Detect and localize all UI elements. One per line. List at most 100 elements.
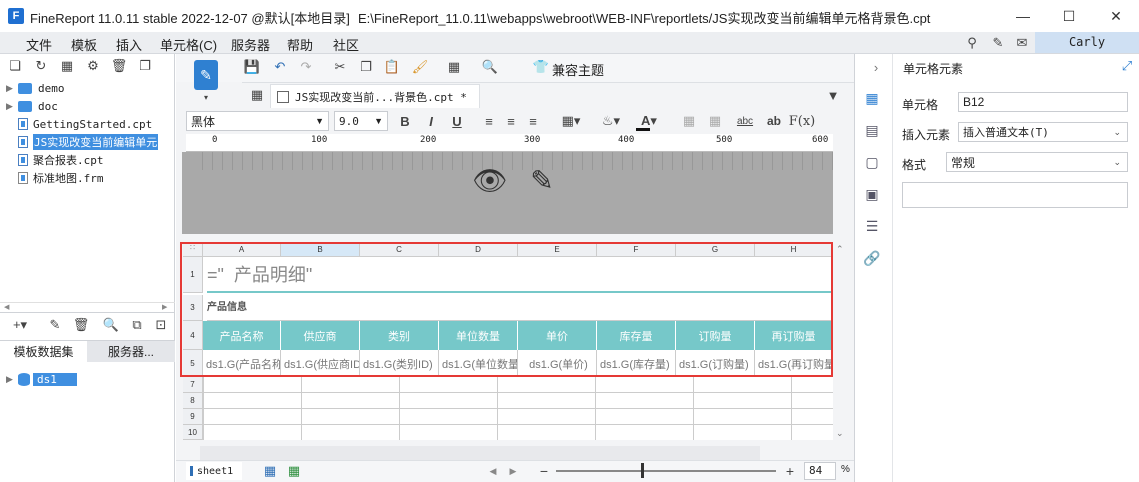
compat-theme-icon[interactable]: 👕 — [532, 57, 550, 77]
grid-view-icon[interactable]: ▦ — [248, 86, 266, 104]
paste-icon[interactable]: 📋 — [382, 57, 402, 77]
delete-icon[interactable]: 🗑 — [110, 57, 128, 75]
template-type-dropdown-icon[interactable]: ▾ — [200, 92, 212, 102]
col-header-a[interactable]: A — [203, 243, 281, 257]
search-icon[interactable]: ⚲ — [962, 34, 982, 52]
header-cell[interactable]: 订购量 — [676, 321, 755, 350]
corner-cell[interactable]: ∷ — [183, 243, 203, 257]
hyperlink-tab-icon[interactable]: 🔗 — [862, 248, 882, 268]
tab-server-dataset[interactable]: 服务器... — [87, 340, 175, 362]
redo-icon[interactable]: ↷ — [296, 57, 316, 77]
bold-button[interactable]: B — [396, 112, 414, 130]
border-icon[interactable]: ▦▾ — [556, 112, 586, 130]
formula-button[interactable]: F(x) — [789, 112, 816, 130]
title-cell[interactable]: =" 产品明细" — [207, 257, 833, 293]
spreadsheet-grid[interactable]: ∷ A B C D E F G H 1 =" 产品明细" 3 产品信息 4 5 … — [183, 243, 833, 378]
cell-input[interactable]: B12 — [958, 92, 1128, 112]
row-header-10[interactable]: 10 — [183, 425, 203, 440]
insert-element-select[interactable]: 插入普通文本(T) ⌄ — [958, 122, 1128, 142]
scroll-left-icon[interactable]: ◀ — [486, 464, 500, 478]
ds-cell[interactable]: ds1.G(库存量) — [597, 350, 676, 377]
tree-item-doc[interactable]: ▶ doc — [6, 97, 58, 115]
expand-arrow-icon[interactable]: ▶ — [6, 101, 18, 112]
col-header-g[interactable]: G — [676, 243, 755, 257]
menu-help[interactable]: 帮助 — [287, 35, 313, 54]
compat-theme-label[interactable]: 兼容主题 — [552, 60, 604, 79]
zoom-slider[interactable] — [556, 470, 776, 472]
condition-tab-icon[interactable]: ☰ — [862, 216, 882, 236]
header-cell[interactable]: 库存量 — [597, 321, 676, 350]
row-header-5[interactable]: 5 — [183, 350, 203, 377]
edit-pencil-icon[interactable]: ✎ — [524, 162, 560, 198]
collapse-arrow-icon[interactable]: › — [869, 58, 883, 76]
align-left-icon[interactable]: ≡ — [480, 112, 498, 130]
fill-color-icon[interactable]: ♨▾ — [596, 112, 626, 130]
preview-search-icon[interactable]: 🔍 — [480, 57, 500, 77]
zoom-value[interactable]: 84 — [804, 462, 836, 480]
lower-grid[interactable]: 7 8 9 10 — [183, 377, 833, 440]
menu-file[interactable]: 文件 — [26, 35, 52, 54]
add-sheet-icon[interactable]: ▦ — [260, 462, 280, 480]
edit-icon[interactable]: ✎ — [46, 316, 64, 334]
zoom-in-button[interactable]: + — [782, 462, 798, 480]
expand-arrow-icon[interactable]: ▶ — [6, 83, 18, 94]
underline-button[interactable]: U — [448, 112, 466, 130]
zoom-slider-handle[interactable] — [641, 463, 644, 478]
menu-cell[interactable]: 单元格(C) — [160, 35, 217, 54]
tree-item-js-template[interactable]: JS实现改变当前编辑单元 — [18, 133, 159, 151]
copy-cells-icon[interactable]: ❐ — [356, 57, 376, 77]
close-button[interactable]: ✕ — [1093, 0, 1139, 32]
data-link-icon[interactable]: ▦ — [444, 57, 464, 77]
font-select[interactable]: 黑体 ▼ — [186, 111, 329, 131]
ds-cell[interactable]: ds1.G(类别ID) — [360, 350, 439, 377]
col-header-h[interactable]: H — [755, 243, 833, 257]
col-header-c[interactable]: C — [360, 243, 439, 257]
row-header-7[interactable]: 7 — [183, 377, 203, 393]
tab-menu-icon[interactable]: ▼ — [824, 86, 842, 104]
format-select[interactable]: 常规 ⌄ — [946, 152, 1128, 172]
doc-tab[interactable]: JS实现改变当前...背景色.cpt * — [270, 84, 480, 108]
align-center-icon[interactable]: ≡ — [502, 112, 520, 130]
cell-attr-tab-icon[interactable]: ▤ — [862, 120, 882, 140]
header-cell[interactable]: 类别 — [360, 321, 439, 350]
dataset-item-ds1[interactable]: ▶ ds1 — [6, 370, 77, 388]
sheet-tab[interactable]: sheet1 — [186, 462, 242, 480]
header-cell[interactable]: 单位数量 — [439, 321, 518, 350]
copy-icon[interactable]: ❐ — [136, 57, 154, 75]
widget-tab-icon[interactable]: ▣ — [862, 184, 882, 204]
format-painter-icon[interactable]: 🖌 — [410, 57, 430, 77]
col-header-f[interactable]: F — [597, 243, 676, 257]
row-header-8[interactable]: 8 — [183, 393, 203, 409]
expand-arrow-icon[interactable]: ▶ — [6, 374, 18, 385]
row-header-4[interactable]: 4 — [183, 321, 203, 350]
subtitle-cell[interactable]: 产品信息 — [207, 295, 833, 321]
row-header-1[interactable]: 1 — [183, 257, 203, 293]
row-header-3[interactable]: 3 — [183, 295, 203, 321]
template-icon[interactable]: ▦ — [58, 57, 76, 75]
tree-item-aggregate[interactable]: 聚合报表.cpt — [18, 151, 104, 169]
col-header-e[interactable]: E — [518, 243, 597, 257]
col-header-d[interactable]: D — [439, 243, 518, 257]
hide-eye-icon[interactable]: 👁 — [472, 162, 508, 198]
user-name[interactable]: Carly — [1035, 32, 1139, 53]
header-cell[interactable]: 再订购量 — [755, 321, 833, 350]
edit-check-icon[interactable]: ✎ — [988, 34, 1008, 52]
tree-scrollbar[interactable]: ◀ ▶ — [0, 302, 175, 312]
add-sheet-alt-icon[interactable]: ▦ — [284, 462, 304, 480]
ds-cell[interactable]: ds1.G(再订购量) — [755, 350, 833, 377]
text-ab-button[interactable]: ab — [764, 112, 784, 130]
split-icon[interactable]: ▦ — [706, 112, 724, 130]
bell-icon[interactable]: ✉ — [1012, 34, 1032, 52]
refresh-icon[interactable]: ↻ — [32, 57, 50, 75]
settings-icon[interactable]: ⚙ — [84, 57, 102, 75]
font-size-select[interactable]: 9.0 ▼ — [334, 111, 388, 131]
menu-server[interactable]: 服务器 — [231, 35, 270, 54]
header-cell[interactable]: 供应商 — [281, 321, 360, 350]
tree-item-demo[interactable]: ▶ demo — [6, 79, 65, 97]
col-header-b[interactable]: B — [281, 243, 360, 257]
align-right-icon[interactable]: ≡ — [524, 112, 542, 130]
menu-template[interactable]: 模板 — [71, 35, 97, 54]
maximize-button[interactable]: ☐ — [1046, 0, 1092, 32]
undo-icon[interactable]: ↶ — [270, 57, 290, 77]
horizontal-scrollbar[interactable] — [200, 446, 760, 460]
